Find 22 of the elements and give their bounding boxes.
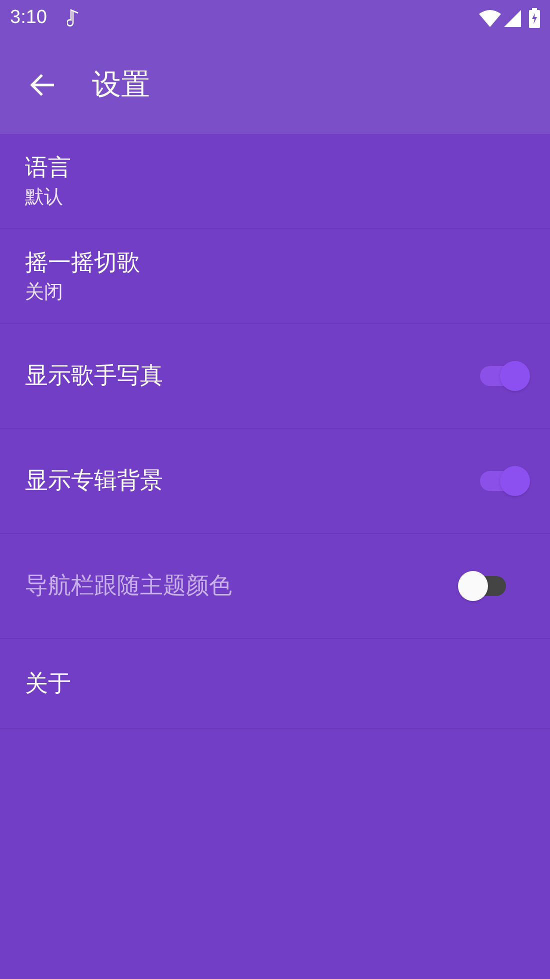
setting-summary: 默认 xyxy=(25,185,64,210)
setting-title: 语言 xyxy=(25,154,72,183)
status-time: 3:10 xyxy=(10,6,47,30)
settings-row[interactable]: 显示歌手写真 xyxy=(0,324,550,429)
back-arrow-icon xyxy=(29,73,55,97)
toolbar-title: 设置 xyxy=(92,66,150,104)
toggle-switch[interactable] xyxy=(480,464,530,498)
setting-title: 关于 xyxy=(25,670,72,698)
settings-row[interactable]: 语言 默认 xyxy=(0,134,550,229)
setting-title: 导航栏跟随主题颜色 xyxy=(25,572,233,601)
settings-row[interactable]: 关于 xyxy=(0,639,550,729)
settings-row[interactable]: 显示专辑背景 xyxy=(0,429,550,534)
setting-summary: 关闭 xyxy=(25,280,64,305)
music-note-icon xyxy=(66,9,81,27)
setting-title: 摇一摇切歌 xyxy=(25,249,141,278)
toggle-switch[interactable] xyxy=(480,359,530,393)
signal-icon xyxy=(504,10,521,26)
settings-row[interactable]: 摇一摇切歌 关闭 xyxy=(0,229,550,324)
setting-title: 显示歌手写真 xyxy=(25,362,164,391)
battery-icon xyxy=(529,8,540,28)
wifi-icon xyxy=(479,10,501,26)
setting-title: 显示专辑背景 xyxy=(25,467,164,496)
